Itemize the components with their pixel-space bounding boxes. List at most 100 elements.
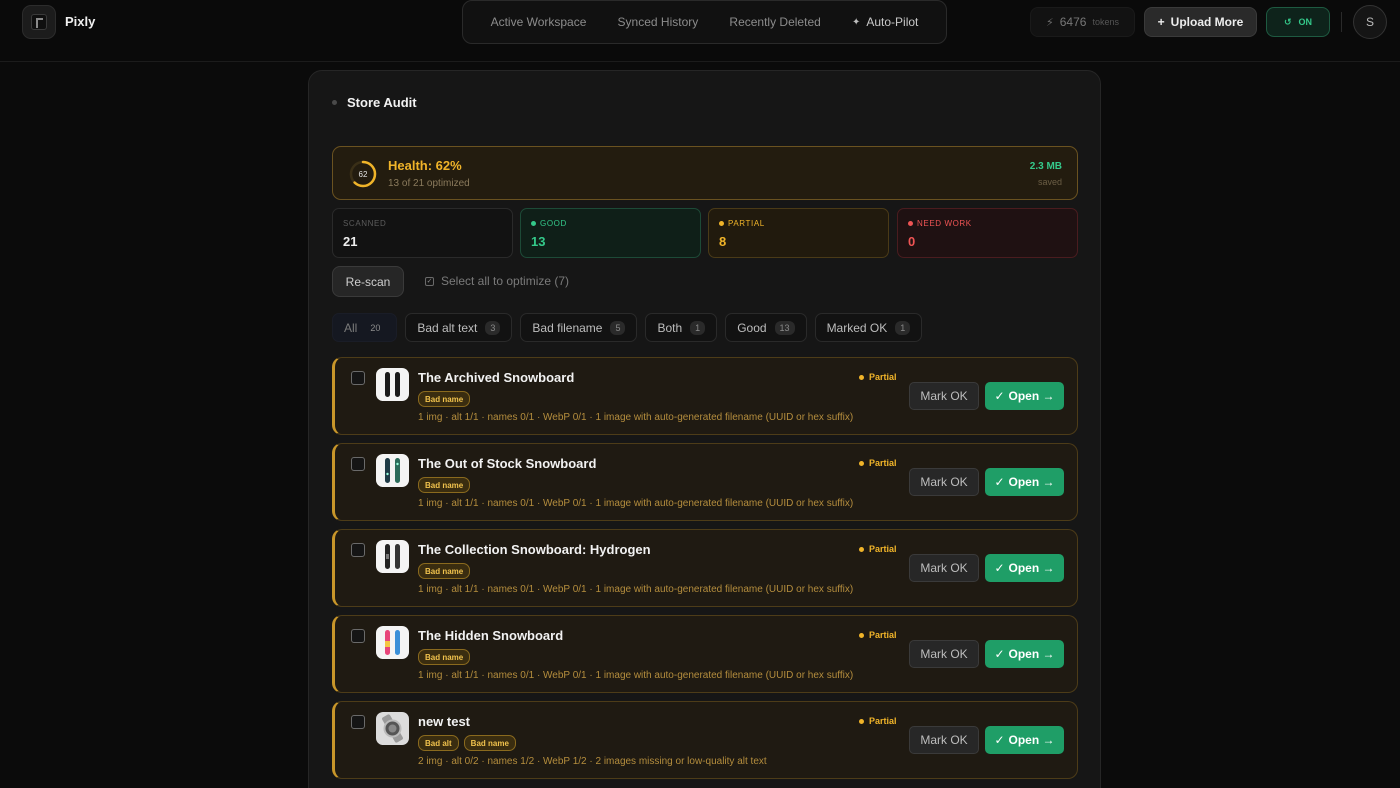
upload-label: Upload More <box>1170 15 1244 29</box>
filter-bad-filename[interactable]: Bad filename 5 <box>520 313 638 342</box>
open-button[interactable]: ✓ Open → <box>985 382 1064 410</box>
filter-marked-ok[interactable]: Marked OK 1 <box>814 313 923 342</box>
filter-both[interactable]: Both 1 <box>645 313 718 342</box>
mark-ok-button[interactable]: Mark OK <box>909 554 979 582</box>
stat-label: PARTIAL <box>719 219 765 228</box>
product-row: new test Bad alt Bad name 2 img · alt 0/… <box>332 701 1078 779</box>
panel-title-text: Store Audit <box>347 95 417 110</box>
sync-icon: ↺ <box>1283 16 1292 27</box>
rescan-button[interactable]: Re-scan <box>332 266 404 297</box>
issue-tag: Bad name <box>418 563 471 579</box>
status-badge: Partial <box>859 458 897 468</box>
open-button[interactable]: ✓ Open → <box>985 554 1064 582</box>
stat-label-text: NEED WORK <box>917 219 972 228</box>
stat-value: 8 <box>719 234 727 249</box>
open-label: Open → <box>1008 389 1055 403</box>
row-checkbox[interactable] <box>351 715 365 729</box>
filter-good[interactable]: Good 13 <box>725 313 807 342</box>
stat-value: 0 <box>908 234 916 249</box>
row-checkbox[interactable] <box>351 629 365 643</box>
status-badge: Partial <box>859 630 897 640</box>
check-icon: ✓ <box>994 389 1005 403</box>
check-icon: ✓ <box>994 561 1005 575</box>
stat-good: GOOD 13 <box>520 208 701 258</box>
nav-auto-pilot[interactable]: ✦ Auto-Pilot <box>852 15 918 29</box>
issue-tag: Bad name <box>418 391 471 407</box>
open-label: Open → <box>1008 475 1055 489</box>
stat-value: 21 <box>343 234 358 249</box>
filter-all[interactable]: All 20 <box>332 313 398 342</box>
product-row: The Hidden Snowboard Bad name 1 img · al… <box>332 615 1078 693</box>
open-button[interactable]: ✓ Open → <box>985 640 1064 668</box>
autopilot-toggle[interactable]: ↺ ON <box>1266 7 1330 37</box>
user-avatar[interactable]: S <box>1353 5 1387 39</box>
health-title: Health: 62% <box>388 158 462 173</box>
product-name[interactable]: The Hidden Snowboard <box>418 628 563 643</box>
status-dot-icon <box>859 718 864 724</box>
nav-active-workspace[interactable]: Active Workspace <box>491 15 587 29</box>
open-label: Open → <box>1008 647 1055 661</box>
nav-synced-history[interactable]: Synced History <box>618 15 699 29</box>
stat-need-work: NEED WORK 0 <box>897 208 1078 258</box>
upload-more-button[interactable]: + Upload More <box>1144 7 1257 37</box>
status-dot-icon <box>859 632 864 638</box>
product-name[interactable]: The Out of Stock Snowboard <box>418 456 596 471</box>
issue-tags: Bad name <box>418 391 471 407</box>
panel-title: Store Audit <box>332 95 417 110</box>
row-checkbox[interactable] <box>351 457 365 471</box>
filter-bad-alt-text[interactable]: Bad alt text 3 <box>405 313 513 342</box>
nav-label: Auto-Pilot <box>866 15 919 29</box>
stat-label-text: PARTIAL <box>728 219 765 228</box>
health-subtitle: 13 of 21 optimized <box>388 178 470 189</box>
token-balance: ⚡ 6476 tokens <box>1030 7 1135 37</box>
filter-label: All <box>344 320 358 335</box>
stat-partial: PARTIAL 8 <box>708 208 889 258</box>
select-all-button[interactable]: ✓ Select all to optimize (7) <box>425 274 569 288</box>
status-text: Partial <box>869 458 897 468</box>
plus-icon: + <box>1157 15 1165 29</box>
product-name[interactable]: The Collection Snowboard: Hydrogen <box>418 542 651 557</box>
mark-ok-button[interactable]: Mark OK <box>909 382 979 410</box>
app-logo[interactable] <box>22 5 56 39</box>
row-checkbox[interactable] <box>351 543 365 557</box>
issue-tag: Bad alt <box>418 735 459 751</box>
open-label: Open → <box>1008 733 1055 747</box>
mark-ok-button[interactable]: Mark OK <box>909 726 979 754</box>
checkbox-icon: ✓ <box>425 276 434 286</box>
issue-tag: Bad name <box>418 477 471 493</box>
select-all-label: Select all to optimize (7) <box>441 274 570 288</box>
open-button[interactable]: ✓ Open → <box>985 468 1064 496</box>
status-text: Partial <box>869 630 897 640</box>
status-text: Partial <box>869 716 897 726</box>
row-checkbox[interactable] <box>351 371 365 385</box>
saved-label: saved <box>1037 177 1062 187</box>
bolt-icon: ⚡ <box>1046 16 1054 29</box>
check-icon: ✓ <box>994 475 1005 489</box>
issue-tags: Bad name <box>418 563 471 579</box>
mark-ok-button[interactable]: Mark OK <box>909 640 979 668</box>
issue-tags: Bad name <box>418 649 471 665</box>
status-badge: Partial <box>859 716 897 726</box>
status-dot-icon <box>531 221 536 226</box>
stat-label: NEED WORK <box>908 219 972 228</box>
filter-count: 13 <box>774 320 795 335</box>
filter-label: Marked OK <box>826 320 888 335</box>
health-banner: 62 Health: 62% 13 of 21 optimized 2.3 MB… <box>332 146 1078 200</box>
open-button[interactable]: ✓ Open → <box>985 726 1064 754</box>
nav-recently-deleted[interactable]: Recently Deleted <box>729 15 820 29</box>
product-meta: 1 img · alt 1/1 · names 0/1 · WebP 0/1 ·… <box>418 670 854 681</box>
open-label: Open → <box>1008 561 1055 575</box>
snowboard-icon <box>385 630 400 655</box>
stat-value: 13 <box>531 234 546 249</box>
product-name[interactable]: new test <box>418 714 470 729</box>
filter-count: 5 <box>610 320 626 335</box>
filter-label: Both <box>657 320 683 335</box>
product-name[interactable]: The Archived Snowboard <box>418 370 574 385</box>
filter-count: 1 <box>895 320 911 335</box>
mark-ok-button[interactable]: Mark OK <box>909 468 979 496</box>
title-dot-icon <box>332 100 337 105</box>
issue-tags: Bad name <box>418 477 471 493</box>
product-row: The Out of Stock Snowboard Bad name 1 im… <box>332 443 1078 521</box>
tokens-value: 6476 <box>1059 15 1087 29</box>
toggle-label: ON <box>1298 17 1313 27</box>
